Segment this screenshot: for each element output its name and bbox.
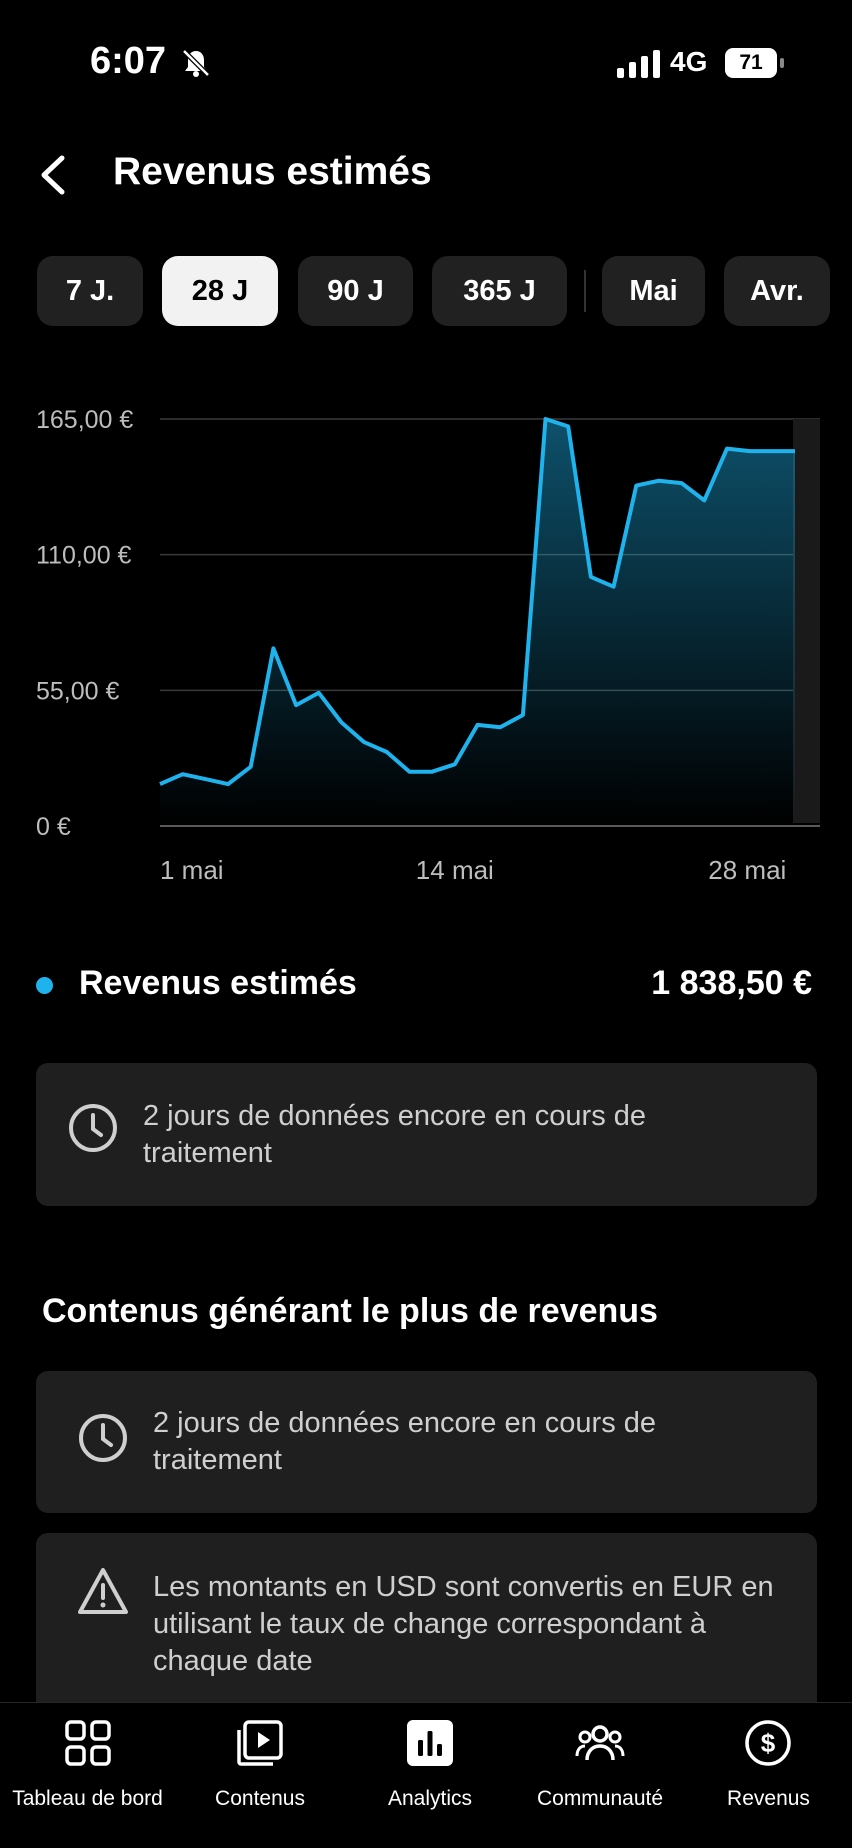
nav-label: Analytics <box>387 1787 473 1810</box>
top-content-processing-notice: 2 jours de données encore en cours de tr… <box>36 1371 817 1513</box>
data-point <box>747 448 753 454</box>
clock-icon <box>69 1104 117 1152</box>
clock-icon <box>79 1414 127 1462</box>
summary-value: 1 838,50 € <box>651 964 812 1002</box>
data-point <box>724 446 730 452</box>
nav-content[interactable]: Contenus <box>175 1703 345 1848</box>
data-point <box>406 769 412 775</box>
back-arrow-icon[interactable] <box>34 152 74 198</box>
revenue-chart[interactable]: 0 € 55,00 € 110,00 € 165,00 € 1 mai 14 mai 28… <box>0 395 852 895</box>
data-point <box>792 448 798 454</box>
nav-revenue[interactable]: $ Revenus <box>685 1703 852 1848</box>
nav-label: Revenus <box>727 1787 810 1810</box>
data-point <box>316 690 322 696</box>
content-icon <box>237 1720 283 1766</box>
data-point <box>475 722 481 728</box>
tab-90-days[interactable]: 90 J <box>298 256 413 326</box>
header: Revenus estimés <box>0 140 852 210</box>
battery-icon: 71 <box>725 48 785 78</box>
tab-28-days[interactable]: 28 J <box>162 256 278 326</box>
svg-text:$: $ <box>761 1728 776 1758</box>
data-point <box>384 749 390 755</box>
y-tick-label: 165,00 € <box>36 406 133 434</box>
nav-label: Tableau de bord <box>12 1787 163 1810</box>
data-point <box>429 769 435 775</box>
data-point <box>701 497 707 503</box>
y-tick-label: 110,00 € <box>36 542 132 570</box>
data-point <box>611 584 617 590</box>
page-title: Revenus estimés <box>113 150 432 193</box>
data-point <box>588 574 594 580</box>
dashboard-icon <box>65 1720 111 1766</box>
data-point <box>656 478 662 484</box>
processing-notice: 2 jours de données encore en cours de tr… <box>36 1063 817 1206</box>
section-title: Contenus générant le plus de revenus <box>42 1292 658 1330</box>
x-tick-label: 14 mai <box>416 855 494 885</box>
data-point <box>565 423 571 429</box>
data-point <box>520 712 526 718</box>
data-point <box>293 702 299 708</box>
data-point <box>157 781 163 787</box>
network-type: 4G <box>670 46 708 77</box>
tab-365-days[interactable]: 365 J <box>432 256 567 326</box>
revenue-summary: Revenus estimés 1 838,50 € <box>0 960 852 1010</box>
currency-notice: Les montants en USD sont convertis en EU… <box>36 1533 817 1713</box>
data-point <box>497 724 503 730</box>
notice-text: 2 jours de données encore en cours de tr… <box>143 1100 647 1169</box>
nav-analytics[interactable]: Analytics <box>345 1703 515 1848</box>
data-point <box>769 448 775 454</box>
nav-community[interactable]: Communauté <box>515 1703 685 1848</box>
data-point <box>452 761 458 767</box>
warning-icon <box>78 1568 128 1614</box>
x-tick-label: 28 mai <box>708 855 786 885</box>
nav-label: Communauté <box>536 1787 664 1810</box>
data-point <box>270 645 276 651</box>
analytics-icon <box>407 1720 453 1766</box>
clock: 6:07 <box>90 40 167 82</box>
data-point <box>225 781 231 787</box>
notice-text: Les montants en USD sont convertis en EU… <box>153 1571 774 1677</box>
data-point <box>338 719 344 725</box>
nav-dashboard[interactable]: Tableau de bord <box>0 1703 175 1848</box>
battery-level: 71 <box>725 48 777 78</box>
status-bar: 6:07 4G 71 <box>0 0 852 130</box>
revenue-area <box>160 419 795 826</box>
tab-april[interactable]: Avr. <box>724 256 830 326</box>
community-icon <box>575 1725 625 1761</box>
summary-label: Revenus estimés <box>79 964 357 1002</box>
data-point <box>202 776 208 782</box>
revenue-icon: $ <box>745 1720 791 1766</box>
legend-dot <box>36 977 53 994</box>
tab-may[interactable]: Mai <box>602 256 705 326</box>
data-point <box>180 771 186 777</box>
notice-text: 2 jours de données encore en cours de tr… <box>153 1407 657 1476</box>
period-tabs: 7 J. 28 J 90 J 365 J Mai Avr. <box>0 256 852 326</box>
y-tick-label: 55,00 € <box>36 677 120 705</box>
bottom-navigation: Tableau de bord Contenus Analytics Commu… <box>0 1702 852 1848</box>
nav-label: Contenus <box>215 1787 305 1810</box>
signal-icon <box>617 50 660 78</box>
y-tick-label: 0 € <box>36 813 71 841</box>
data-point <box>361 739 367 745</box>
data-point <box>679 480 685 486</box>
bell-off-icon <box>182 49 210 77</box>
data-point <box>633 483 639 489</box>
x-tick-label: 1 mai <box>160 855 224 885</box>
current-period-highlight <box>793 419 820 823</box>
data-point <box>543 416 549 422</box>
data-point <box>248 764 254 770</box>
tab-7-days[interactable]: 7 J. <box>37 256 143 326</box>
tab-divider <box>584 270 586 312</box>
